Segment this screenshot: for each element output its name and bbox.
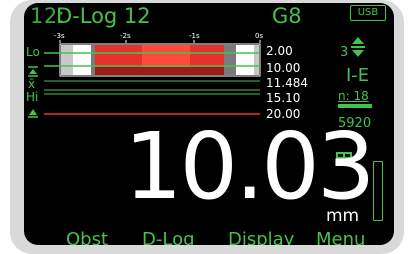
softkey-obst[interactable]: Obst <box>66 229 108 245</box>
softkey-display[interactable]: Display <box>228 229 294 245</box>
top-status-bar: 12: D-Log 12 G8 USB <box>24 3 394 29</box>
count-value: 3 <box>340 45 349 60</box>
scan-block-grey-right <box>224 45 236 75</box>
avg-label: x̄ <box>28 77 35 91</box>
gauge-bezel: 12: D-Log 12 G8 USB -3s -2s -1s 0s Lo x̄… <box>10 0 404 254</box>
n-count-bar <box>338 104 372 108</box>
average-value: 11.484 <box>266 76 308 90</box>
scan-block-divider-left <box>91 45 95 75</box>
tick-label-0s: 0s <box>255 32 263 40</box>
tick-label-2s: -2s <box>120 32 131 40</box>
softkey-bar: Obst D-Log Display Menu <box>24 229 394 245</box>
hi-label: Hi <box>26 90 38 104</box>
n-count-label: n: 18 <box>338 89 369 103</box>
scan-block-white-right <box>236 45 254 75</box>
measurement-mode: I-E <box>346 65 370 86</box>
tick-label-3s: -3s <box>54 32 65 40</box>
thickness-reading: 10.03 <box>124 113 375 220</box>
lo-label: Lo <box>26 45 40 59</box>
datalog-file-name: D-Log 12 <box>56 4 151 28</box>
scan-bar-lower <box>95 67 224 75</box>
hi-limit-value: 15.10 <box>266 91 300 105</box>
gauge-model-label: G8 <box>272 4 302 28</box>
max-marker-icon <box>28 109 38 118</box>
usb-status-icon: USB <box>350 5 386 21</box>
softkey-dlog[interactable]: D-Log <box>142 229 195 245</box>
reading-unit: mm <box>326 206 360 226</box>
softkey-menu[interactable]: Menu <box>316 229 365 245</box>
gauge-screen: 12: D-Log 12 G8 USB -3s -2s -1s 0s Lo x̄… <box>24 3 394 245</box>
scan-block-grey-left <box>61 45 73 75</box>
up-down-arrows-icon[interactable] <box>350 36 366 58</box>
lo-limit-value: 2.00 <box>266 44 293 58</box>
scan-block-white-left <box>73 45 91 75</box>
signal-strength-bar <box>373 161 383 221</box>
min-marker-icon <box>28 66 38 77</box>
minimum-value: 10.00 <box>266 61 300 75</box>
scan-block-grey-edge <box>254 45 259 75</box>
tick-label-1s: -1s <box>189 32 200 40</box>
scan-bar-peak <box>142 45 190 67</box>
